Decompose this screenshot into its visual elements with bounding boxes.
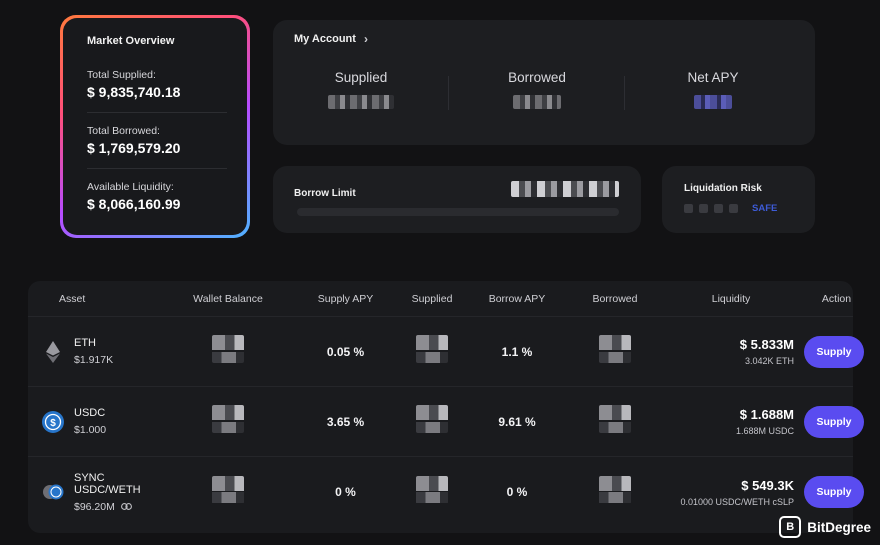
market-overview-card: Market Overview Total Supplied: $ 9,835,… xyxy=(60,15,250,238)
liquidation-risk-label: Liquidation Risk xyxy=(684,183,762,194)
asset-cell: ETH $1.917K xyxy=(28,337,167,366)
account-borrowed: Borrowed xyxy=(449,70,625,114)
liquidity-sub: 3.042K ETH xyxy=(744,356,794,366)
supply-apy-value: 0 % xyxy=(335,485,356,499)
asset-price: $1.000 xyxy=(74,424,107,436)
wallet-balance-redacted xyxy=(212,475,244,504)
borrowed-label: Borrowed xyxy=(508,70,566,85)
market-overview-title: Market Overview xyxy=(87,35,175,47)
liquidity-sub: 1.688M USDC xyxy=(735,426,794,436)
total-borrowed-value: $ 1,769,579.20 xyxy=(87,140,181,156)
asset-cell: SYNC USDC/WETH $96.20M xyxy=(28,472,167,513)
my-account-card: My Account › Supplied Borrowed Net APY xyxy=(273,20,815,145)
account-supplied: Supplied xyxy=(273,70,449,114)
liquidity-value: $ 1.688M xyxy=(739,407,794,422)
net-apy-value-redacted xyxy=(694,95,732,109)
supply-apy-value: 3.65 % xyxy=(326,414,365,429)
table-row[interactable]: SYNC USDC/WETH $96.20M 0 % 0 % $ 549.3K … xyxy=(28,457,864,527)
supply-button[interactable]: Supply xyxy=(804,405,864,438)
table-row[interactable]: ETH $1.917K 0.05 % 1.1 % $ 5.833M 3.042K… xyxy=(28,317,864,387)
supply-button[interactable]: Supply xyxy=(804,476,864,508)
borrowed-redacted xyxy=(599,475,631,504)
liquidity-value: $ 549.3K xyxy=(741,477,794,493)
my-account-link[interactable]: My Account › xyxy=(294,32,815,46)
table-row[interactable]: $ USDC $1.000 3.65 % 9.61 % $ 1.688M 1.6… xyxy=(28,387,864,457)
supplied-value-redacted xyxy=(328,95,394,109)
my-account-title: My Account xyxy=(294,33,356,45)
header-supply-apy: Supply APY xyxy=(317,292,374,305)
available-liquidity-value: $ 8,066,160.99 xyxy=(87,196,181,212)
borrow-limit-value-redacted xyxy=(511,181,619,197)
header-action: Action xyxy=(821,292,852,305)
borrow-apy-value: 0 % xyxy=(506,485,528,499)
bitdegree-logo-icon: B xyxy=(779,516,802,538)
borrow-apy-value: 9.61 % xyxy=(498,414,536,429)
wallet-balance-redacted xyxy=(212,335,244,363)
divider xyxy=(87,168,227,169)
risk-indicator xyxy=(729,204,738,213)
asset-price-row: $96.20M xyxy=(74,501,167,513)
watermark-text: BitDegree xyxy=(807,519,871,535)
supplied-label: Supplied xyxy=(334,70,388,85)
risk-indicator xyxy=(714,204,723,213)
asset-price: $1.917K xyxy=(74,354,114,366)
sync-lp-icon xyxy=(42,481,64,503)
chevron-right-icon: › xyxy=(363,32,368,46)
liquidity-sub: 0.01000 USDC/WETH cSLP xyxy=(680,496,794,507)
risk-indicator xyxy=(699,204,708,213)
liquidation-risk-card: Liquidation Risk SAFE xyxy=(662,166,815,233)
liquidation-risk-status: SAFE xyxy=(752,203,778,214)
header-supplied: Supplied xyxy=(411,292,453,305)
header-borrow-apy: Borrow APY xyxy=(488,292,546,305)
header-liquidity: Liquidity xyxy=(711,292,751,305)
header-borrowed: Borrowed xyxy=(592,292,638,305)
borrow-limit-progress-bar xyxy=(297,208,619,216)
header-asset: Asset xyxy=(59,292,86,305)
total-borrowed-label: Total Borrowed: xyxy=(87,125,160,137)
total-supplied-value: $ 9,835,740.18 xyxy=(87,84,181,100)
svg-text:$: $ xyxy=(50,418,56,429)
total-supplied-label: Total Supplied: xyxy=(87,69,156,81)
asset-name: ETH xyxy=(74,337,96,349)
borrowed-redacted xyxy=(599,405,631,433)
supply-apy-value: 0.05 % xyxy=(326,344,365,359)
borrowed-redacted xyxy=(599,335,631,363)
header-wallet-balance: Wallet Balance xyxy=(193,292,263,305)
asset-price: $96.20M xyxy=(74,500,115,513)
asset-cell: $ USDC $1.000 xyxy=(28,407,167,436)
supplied-redacted xyxy=(416,405,448,433)
ethereum-icon xyxy=(42,340,64,363)
table-header: Asset Wallet Balance Supply APY Supplied… xyxy=(28,281,853,317)
borrow-apy-value: 1.1 % xyxy=(501,344,533,359)
supplied-redacted xyxy=(416,335,448,363)
supply-button[interactable]: Supply xyxy=(804,335,864,368)
risk-indicator xyxy=(684,204,693,213)
asset-name: SYNC USDC/WETH xyxy=(74,471,141,496)
asset-name: USDC xyxy=(74,407,106,419)
borrow-limit-label: Borrow Limit xyxy=(294,188,356,199)
available-liquidity-label: Available Liquidity: xyxy=(87,181,174,193)
wallet-balance-redacted xyxy=(212,405,244,433)
borrow-limit-card: Borrow Limit xyxy=(273,166,641,233)
net-apy-label: Net APY xyxy=(687,70,739,85)
account-net-apy: Net APY xyxy=(625,70,801,114)
bitdegree-watermark: B BitDegree xyxy=(779,516,871,538)
liquidity-value: $ 5.833M xyxy=(739,337,794,352)
borrowed-value-redacted xyxy=(513,95,561,109)
usdc-icon: $ xyxy=(42,410,64,433)
divider xyxy=(87,112,227,113)
link-icon[interactable] xyxy=(120,501,132,513)
supplied-redacted xyxy=(416,475,448,504)
markets-table: Asset Wallet Balance Supply APY Supplied… xyxy=(28,281,864,533)
